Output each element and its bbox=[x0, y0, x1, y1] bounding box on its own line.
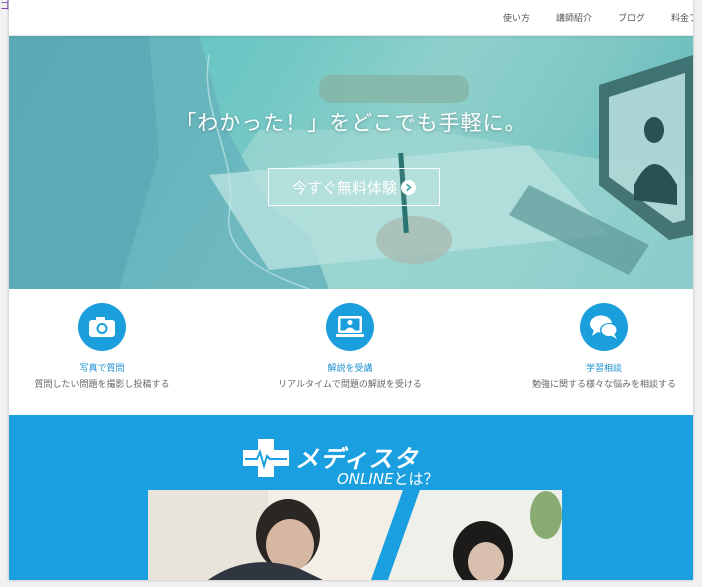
feature-title: 学習相談 bbox=[585, 364, 622, 374]
feature-desc: 勉強に関する様々な悩みを相談する bbox=[531, 380, 676, 390]
feature-title: 解説を受講 bbox=[327, 364, 373, 374]
logo-subtitle: ONLINEとは？ bbox=[337, 468, 439, 489]
features-section: 写真で質問 質問したい問題を撮影し投稿する 解説を受講 リアルタイムで問題の解説… bbox=[9, 289, 693, 415]
free-trial-label: 今すぐ無料体験 bbox=[291, 178, 397, 197]
chat-bubbles-icon bbox=[580, 303, 628, 351]
about-photo bbox=[148, 490, 562, 580]
hero-title: 「わかった！」をどこでも手軽に。 bbox=[175, 111, 527, 135]
video-lecture-icon bbox=[326, 303, 374, 351]
nav-item-blog[interactable]: ブログ bbox=[605, 11, 658, 24]
medical-cross-icon bbox=[243, 439, 289, 477]
site-header: 使い方 講師紹介 ブログ 料金プ bbox=[9, 0, 693, 36]
logo-question-text: とは？ bbox=[393, 470, 439, 488]
feature-desc: リアルタイムで問題の解説を受ける bbox=[278, 380, 422, 390]
feature-desc: 質問したい問題を撮影し投稿する bbox=[34, 380, 170, 390]
free-trial-button[interactable]: 今すぐ無料体験 bbox=[268, 168, 440, 206]
about-section: メディスタ ONLINEとは？ bbox=[9, 415, 693, 580]
nav-item-teachers[interactable]: 講師紹介 bbox=[543, 11, 605, 24]
hero-section: 「わかった！」をどこでも手軽に。 今すぐ無料体験 bbox=[9, 35, 693, 289]
chevron-right-icon bbox=[401, 179, 416, 195]
main-nav: 使い方 講師紹介 ブログ 料金プ bbox=[490, 0, 693, 35]
nav-item-usage[interactable]: 使い方 bbox=[490, 11, 543, 24]
feature-consultation: 学習相談 勉強に関する様々な悩みを相談する bbox=[504, 303, 693, 390]
page: 使い方 講師紹介 ブログ 料金プ bbox=[9, 0, 693, 580]
camera-icon bbox=[78, 303, 126, 351]
feature-photo-question: 写真で質問 質問したい問題を撮影し投稿する bbox=[9, 303, 202, 390]
logo-online-text: ONLINE bbox=[337, 470, 394, 488]
nav-item-pricing[interactable]: 料金プ bbox=[658, 11, 693, 24]
medista-logo: メディスタ ONLINEとは？ bbox=[243, 427, 473, 489]
feature-lecture: 解説を受講 リアルタイムで問題の解説を受ける bbox=[250, 303, 450, 390]
feature-title: 写真で質問 bbox=[79, 364, 125, 374]
hero-tint bbox=[9, 35, 693, 289]
